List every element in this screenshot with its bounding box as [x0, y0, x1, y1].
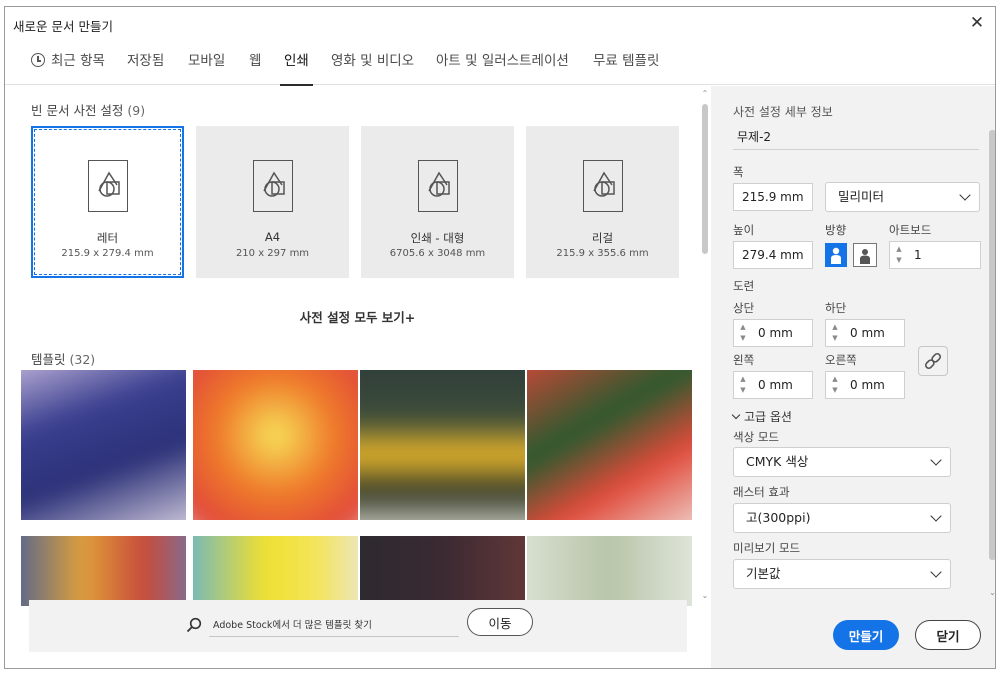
- bleed-top-label: 상단: [733, 301, 755, 315]
- template-thumbnail[interactable]: [21, 536, 186, 606]
- template-thumbnail[interactable]: [360, 370, 525, 520]
- preset-size: 215.9 x 355.6 mm: [556, 248, 649, 259]
- preset-legal[interactable]: 리걸 215.9 x 355.6 mm: [526, 126, 679, 278]
- chevron-up-icon[interactable]: ▲: [894, 244, 904, 255]
- advanced-options-toggle[interactable]: 고급 옵션: [731, 408, 792, 425]
- tab-free-templates[interactable]: 무료 템플릿: [593, 41, 659, 85]
- create-button[interactable]: 만들기: [833, 620, 899, 650]
- width-input[interactable]: 215.9 mm: [733, 183, 813, 211]
- preset-name: 리걸: [591, 231, 614, 245]
- document-name-input[interactable]: [733, 124, 979, 150]
- tab-art-illustration[interactable]: 아트 및 일러스트레이션: [436, 41, 569, 85]
- bleed-right-label: 오른쪽: [825, 353, 857, 367]
- orientation-label: 방향: [825, 223, 847, 237]
- templates-scrollbar[interactable]: ⌃ ⌄: [701, 86, 709, 606]
- preset-print-large[interactable]: 인쇄 - 대형 6705.6 x 3048 mm: [361, 126, 514, 278]
- see-all-presets-link[interactable]: 사전 설정 모두 보기+: [5, 307, 710, 326]
- chevron-up-icon[interactable]: ▲: [830, 322, 840, 333]
- link-bleed-button[interactable]: [918, 346, 948, 376]
- preset-name: 레터: [96, 231, 119, 245]
- preset-size: 215.9 x 279.4 mm: [61, 248, 154, 259]
- chevron-down-icon[interactable]: ▼: [738, 385, 748, 396]
- tab-film-video[interactable]: 영화 및 비디오: [331, 41, 414, 85]
- preset-name: A4: [264, 230, 281, 244]
- bleed-top-stepper[interactable]: ▲ ▼ 0 mm: [733, 319, 813, 347]
- preset-size: 210 x 297 mm: [235, 248, 310, 259]
- adobe-stock-search-bar: 이동: [29, 600, 687, 652]
- close-button[interactable]: 닫기: [915, 620, 981, 650]
- chevron-down-icon[interactable]: ▼: [738, 333, 748, 344]
- portrait-icon[interactable]: [825, 243, 847, 267]
- width-label: 폭: [733, 165, 744, 179]
- details-title: 사전 설정 세부 정보: [733, 105, 833, 119]
- chevron-down-icon: [930, 510, 942, 522]
- chevron-down-icon: [731, 410, 741, 420]
- color-mode-select[interactable]: CMYK 색상: [733, 447, 951, 477]
- chevron-up-icon[interactable]: ▲: [830, 374, 840, 385]
- template-thumbnail[interactable]: [193, 536, 358, 606]
- chevron-down-icon: [930, 566, 942, 578]
- artboards-stepper[interactable]: ▲ ▼ 1: [889, 241, 981, 269]
- chevron-down-icon[interactable]: ▼: [894, 255, 904, 266]
- color-mode-label: 색상 모드: [733, 430, 779, 444]
- presets-section-label: 빈 문서 사전 설정 (9): [31, 103, 146, 118]
- artboards-label: 아트보드: [889, 223, 932, 237]
- raster-effects-label: 래스터 효과: [733, 485, 790, 499]
- template-thumbnail[interactable]: [360, 536, 525, 606]
- chevron-up-icon[interactable]: ▲: [738, 374, 748, 385]
- stock-search-input[interactable]: [209, 611, 459, 637]
- tab-recent[interactable]: 최근 항목: [31, 41, 105, 85]
- scrollbar-thumb[interactable]: [702, 104, 708, 254]
- go-button[interactable]: 이동: [467, 608, 533, 636]
- tab-print[interactable]: 인쇄: [280, 41, 313, 86]
- preset-a4[interactable]: A4 210 x 297 mm: [196, 126, 349, 278]
- template-thumbnail[interactable]: [21, 370, 186, 520]
- height-label: 높이: [733, 223, 755, 237]
- height-input[interactable]: 279.4 mm: [733, 241, 813, 269]
- close-icon[interactable]: ✕: [967, 13, 987, 33]
- document-shapes-icon: [583, 160, 623, 212]
- landscape-icon[interactable]: [853, 243, 877, 267]
- tab-saved[interactable]: 저장됨: [127, 41, 164, 85]
- scrollbar-thumb[interactable]: [989, 130, 995, 560]
- document-shapes-icon: [88, 160, 128, 212]
- chevron-down-icon[interactable]: ▼: [830, 385, 840, 396]
- category-tabs: 최근 항목 저장됨 모바일 웹 인쇄 영화 및 비디오 아트 및 일러스트레이션…: [5, 41, 995, 86]
- bleed-left-stepper[interactable]: ▲ ▼ 0 mm: [733, 371, 813, 399]
- window-title: 새로운 문서 만들기: [13, 19, 113, 34]
- unit-select[interactable]: 밀리미터: [825, 182, 980, 212]
- link-icon: [924, 352, 942, 370]
- chevron-down-icon: [930, 454, 942, 466]
- preset-size: 6705.6 x 3048 mm: [389, 248, 486, 259]
- clock-icon: [31, 53, 45, 67]
- preset-details-panel: 사전 설정 세부 정보 폭 215.9 mm 밀리미터 높이 279.4 mm …: [711, 86, 995, 668]
- bleed-bottom-label: 하단: [825, 301, 847, 315]
- tab-web[interactable]: 웹: [249, 41, 261, 85]
- title-bar: 새로운 문서 만들기 ✕: [5, 7, 995, 41]
- document-shapes-icon: [253, 160, 293, 212]
- chevron-down-icon: [959, 189, 971, 201]
- templates-section-label: 템플릿 (32): [31, 352, 96, 367]
- preview-mode-label: 미리보기 모드: [733, 541, 801, 555]
- bleed-bottom-stepper[interactable]: ▲ ▼ 0 mm: [825, 319, 905, 347]
- chevron-up-icon[interactable]: ▲: [738, 322, 748, 333]
- search-icon: [186, 617, 202, 633]
- bleed-right-stepper[interactable]: ▲ ▼ 0 mm: [825, 371, 905, 399]
- preview-mode-select[interactable]: 기본값: [733, 559, 951, 589]
- template-thumbnail[interactable]: [527, 536, 692, 606]
- bleed-label: 도련: [733, 279, 755, 293]
- preset-letter[interactable]: 레터 215.9 x 279.4 mm: [31, 126, 184, 278]
- new-document-dialog: 새로운 문서 만들기 ✕ 최근 항목 저장됨 모바일 웹 인쇄 영화 및 비디오…: [4, 6, 996, 669]
- template-thumbnail[interactable]: [527, 370, 692, 520]
- preset-name: 인쇄 - 대형: [410, 231, 465, 245]
- document-shapes-icon: [418, 160, 458, 212]
- chevron-down-icon[interactable]: ▼: [830, 333, 840, 344]
- presets-pane: 빈 문서 사전 설정 (9) 레터 215.9 x 279.4 mm A4 21…: [5, 86, 710, 668]
- details-scrollbar[interactable]: ⌄: [989, 130, 995, 600]
- template-thumbnail[interactable]: [193, 370, 358, 520]
- bleed-left-label: 왼쪽: [733, 353, 755, 367]
- tab-mobile[interactable]: 모바일: [188, 41, 225, 85]
- raster-effects-select[interactable]: 고(300ppi): [733, 503, 951, 533]
